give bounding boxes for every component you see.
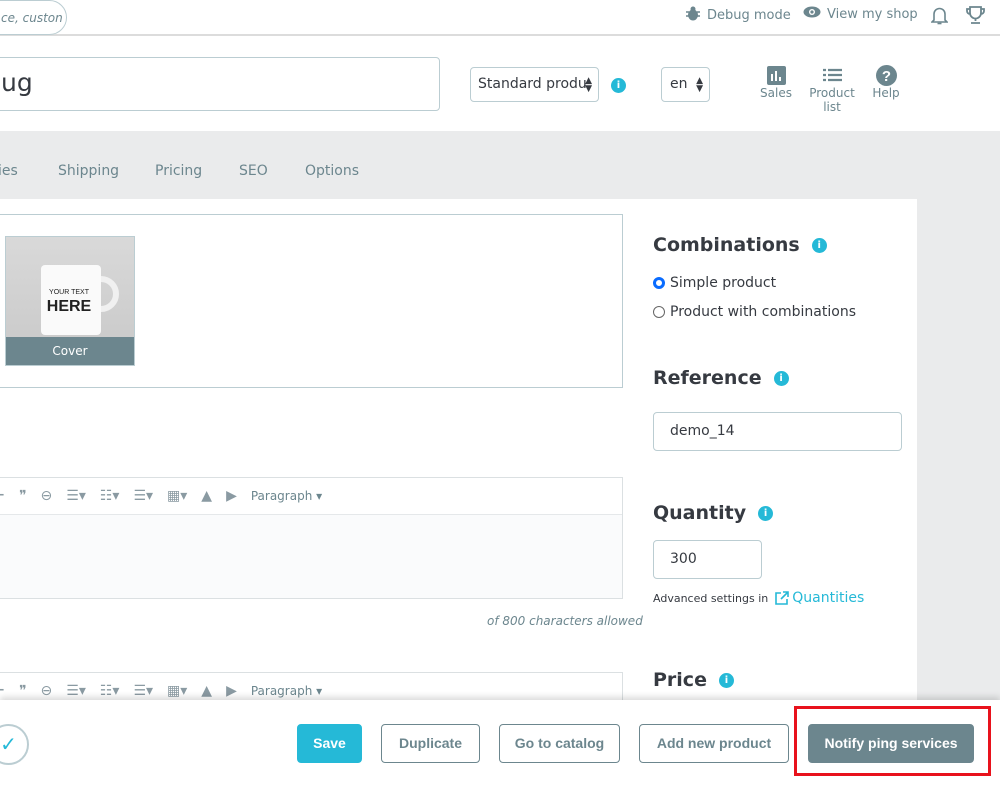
strikethrough-icon[interactable]: ⁃ [0, 488, 5, 504]
tab-seo[interactable]: SEO [239, 163, 268, 179]
product-list-button[interactable]: Product list [799, 64, 865, 114]
radio-button[interactable] [653, 277, 665, 289]
language-select[interactable]: en ▲ ▼ [661, 67, 710, 102]
combinations-heading: Combinations i [653, 234, 827, 256]
tab-bar [0, 131, 1000, 199]
advanced-settings: Advanced settings in Quantities [653, 590, 864, 606]
quantity-heading: Quantity i [653, 502, 774, 524]
page-background [917, 199, 1000, 709]
blockquote-icon[interactable]: ❞ [19, 683, 27, 699]
tab-options[interactable]: Options [305, 163, 359, 179]
format-select[interactable]: Paragraph ▾ [251, 684, 322, 698]
select-arrows-icon: ▲ ▼ [585, 76, 592, 94]
svg-text:YOUR TEXT: YOUR TEXT [49, 289, 90, 296]
cover-label: Cover [6, 337, 134, 365]
radio-button[interactable] [653, 306, 665, 318]
info-icon[interactable]: i [718, 672, 734, 688]
media-icon[interactable]: ▶ [226, 488, 237, 504]
bell-icon[interactable] [930, 6, 949, 29]
view-shop-label: View my shop [827, 6, 918, 22]
table-icon[interactable]: ▦▾ [167, 683, 187, 699]
svg-text:?: ? [881, 68, 890, 85]
duplicate-button[interactable]: Duplicate [381, 724, 480, 763]
character-count: of 800 characters allowed [487, 614, 643, 628]
quantity-title: Quantity [653, 502, 747, 524]
editor-content[interactable] [0, 515, 622, 598]
align-dropdown-icon[interactable]: ☰▾ [66, 488, 86, 504]
quantities-link-label: Quantities [792, 590, 865, 606]
sales-label: Sales [760, 86, 792, 100]
check-icon: ✓ [0, 732, 17, 756]
reference-input[interactable]: demo_14 [653, 412, 902, 451]
product-type-select[interactable]: Standard produ ▲ ▼ [470, 67, 599, 102]
product-name-input[interactable]: ug [0, 57, 440, 111]
highlight-box [794, 706, 991, 776]
image-icon[interactable]: ▲ [201, 488, 212, 504]
trophy-icon[interactable] [966, 6, 985, 29]
product-type-value: Standard produ [478, 76, 587, 92]
eye-icon [803, 6, 821, 22]
combinations-title: Combinations [653, 234, 800, 256]
info-icon[interactable]: i [773, 370, 789, 386]
radio-label: Product with combinations [670, 304, 856, 320]
help-label: Help [872, 86, 900, 100]
select-arrows-icon: ▲ ▼ [696, 76, 703, 94]
mug-image: YOUR TEXT HERE [41, 265, 119, 335]
format-value: Paragraph [250, 684, 313, 698]
tab-pricing[interactable]: Pricing [155, 163, 202, 179]
align-dropdown-icon[interactable]: ☰▾ [66, 683, 86, 699]
numbered-list-icon[interactable]: ☰▾ [133, 683, 153, 699]
add-new-product-button[interactable]: Add new product [639, 724, 789, 763]
price-title: Price [653, 669, 707, 691]
debug-mode-link[interactable]: Debug mode [685, 6, 791, 25]
media-icon[interactable]: ▶ [226, 683, 237, 699]
reference-title: Reference [653, 367, 762, 389]
bullet-list-icon[interactable]: ☷▾ [100, 683, 120, 699]
blockquote-icon[interactable]: ❞ [19, 488, 27, 504]
info-icon[interactable]: i [758, 505, 774, 521]
quantity-input[interactable]: 300 [653, 540, 762, 579]
bar-chart-icon [760, 64, 792, 86]
debug-mode-label: Debug mode [707, 8, 791, 23]
list-icon [799, 64, 865, 86]
external-link-icon [775, 590, 790, 605]
radio-label: Simple product [670, 275, 777, 291]
link-icon[interactable]: ⊖ [41, 488, 53, 504]
advanced-settings-text: Advanced settings in [653, 591, 769, 605]
link-icon[interactable]: ⊖ [41, 683, 53, 699]
product-image-thumbnail[interactable]: YOUR TEXT HERE Cover [5, 236, 135, 366]
info-icon[interactable]: i [811, 237, 827, 253]
editor-toolbar: ⁃ ❞ ⊖ ☰▾ ☷▾ ☰▾ ▦▾ ▲ ▶ Paragraph ▾ [0, 478, 622, 515]
save-button[interactable]: Save [297, 724, 362, 763]
price-heading: Price i [653, 669, 734, 691]
quantities-link[interactable]: Quantities [774, 590, 864, 606]
numbered-list-icon[interactable]: ☰▾ [133, 488, 153, 504]
sales-button[interactable]: Sales [760, 64, 792, 100]
bullet-list-icon[interactable]: ☷▾ [100, 488, 120, 504]
summary-editor[interactable]: ⁃ ❞ ⊖ ☰▾ ☷▾ ☰▾ ▦▾ ▲ ▶ Paragraph ▾ [0, 477, 623, 599]
help-icon: ? [870, 64, 902, 86]
tab-quantities[interactable]: ies [0, 163, 18, 179]
bug-icon [685, 6, 701, 25]
radio-product-with-combinations[interactable]: Product with combinations [653, 304, 856, 320]
image-icon[interactable]: ▲ [201, 683, 212, 699]
radio-simple-product[interactable]: Simple product [653, 275, 776, 291]
search-input[interactable]: ce, custon [0, 0, 67, 35]
view-shop-link[interactable]: View my shop [803, 6, 918, 22]
table-icon[interactable]: ▦▾ [167, 488, 187, 504]
format-value: Paragraph [250, 489, 313, 503]
format-select[interactable]: Paragraph ▾ [251, 489, 322, 503]
help-button[interactable]: ? Help [870, 64, 902, 100]
reference-heading: Reference i [653, 367, 789, 389]
language-value: en [670, 76, 688, 92]
product-list-label: Product list [809, 86, 855, 114]
svg-text:HERE: HERE [47, 298, 92, 315]
strikethrough-icon[interactable]: ⁃ [0, 683, 5, 699]
go-to-catalog-button[interactable]: Go to catalog [499, 724, 620, 763]
info-icon[interactable]: i [611, 78, 626, 93]
tab-shipping[interactable]: Shipping [58, 163, 119, 179]
